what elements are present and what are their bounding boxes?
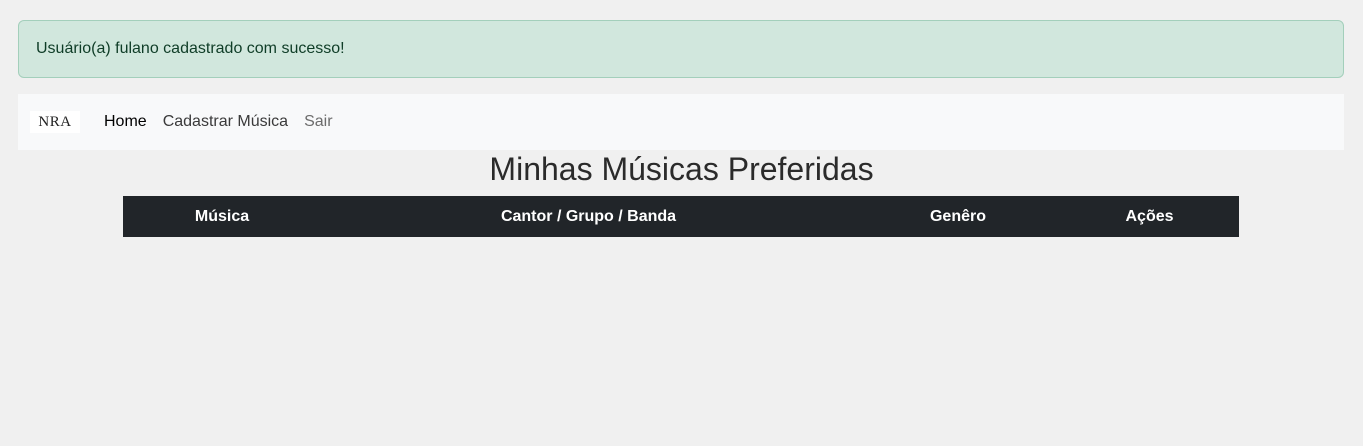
column-header-cantor-grupo-banda: Cantor / Grupo / Banda <box>321 196 856 237</box>
nav-link-cadastrar-musica[interactable]: Cadastrar Música <box>163 94 288 150</box>
success-alert: Usuário(a) fulano cadastrado com sucesso… <box>18 20 1344 78</box>
navbar: NRA Home Cadastrar Música Sair <box>18 94 1344 150</box>
table-header-row: Música Cantor / Grupo / Banda Genêro Açõ… <box>123 196 1239 237</box>
column-header-acoes: Ações <box>1060 196 1239 237</box>
page-title: Minhas Músicas Preferidas <box>489 151 874 187</box>
nav-link-sair[interactable]: Sair <box>304 94 332 150</box>
brand-logo[interactable]: NRA <box>30 111 80 133</box>
column-header-musica: Música <box>123 196 321 237</box>
nav-link-home[interactable]: Home <box>104 94 147 150</box>
column-header-genero: Genêro <box>856 196 1060 237</box>
brand-logo-text: NRA <box>38 113 72 130</box>
music-table: Música Cantor / Grupo / Banda Genêro Açõ… <box>123 196 1239 237</box>
alert-message: Usuário(a) fulano cadastrado com sucesso… <box>36 40 345 57</box>
